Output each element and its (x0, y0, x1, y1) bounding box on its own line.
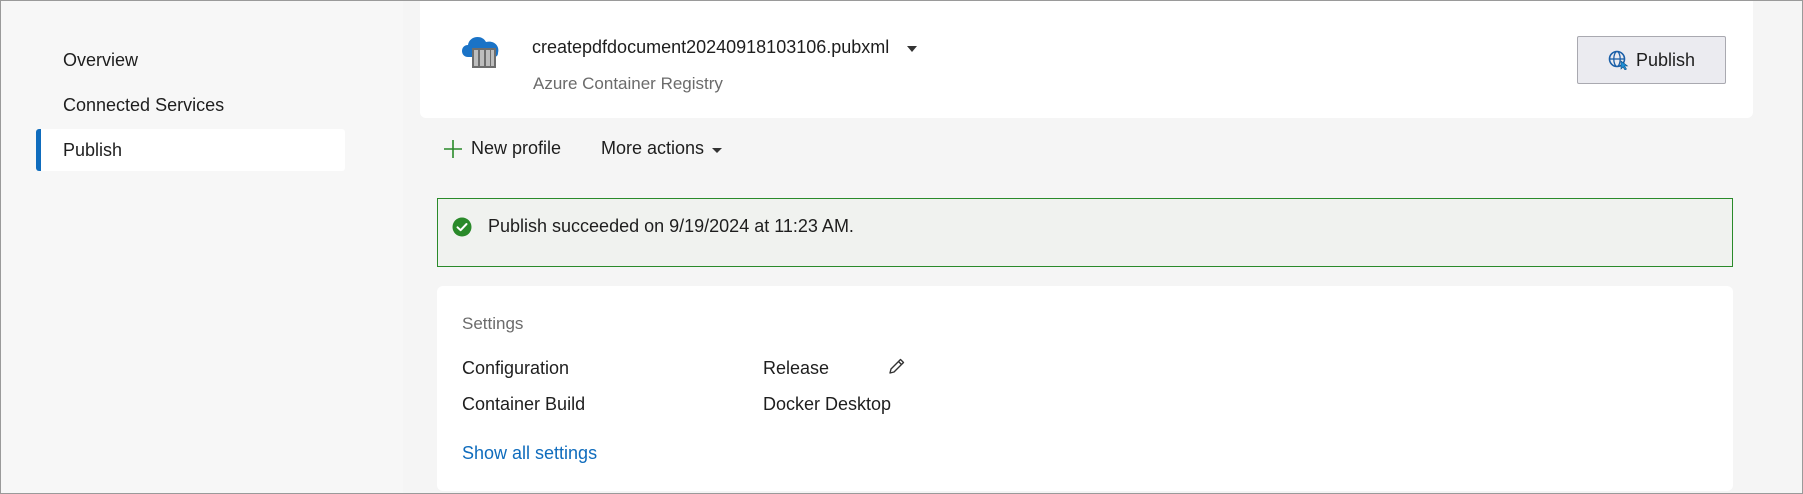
globe-publish-icon (1608, 50, 1629, 70)
container-build-label: Container Build (462, 394, 586, 414)
more-actions-menu[interactable]: More actions (601, 138, 723, 159)
publish-button-label: Publish (1635, 49, 1696, 70)
plus-icon (444, 139, 462, 158)
chevron-down-icon (712, 147, 723, 153)
publish-page: Overview Connected Services Publish crea… (0, 0, 1803, 494)
configuration-label: Configuration (462, 358, 570, 378)
success-check-icon (452, 217, 472, 237)
profile-name: createpdfdocument20240918103106.pubxml (532, 37, 890, 57)
more-actions-label: More actions (601, 138, 705, 158)
new-profile-label: New profile (471, 138, 562, 158)
sidebar-item-overview[interactable]: Overview (36, 39, 345, 81)
publish-status-message: Publish succeeded on 9/19/2024 at 11:23 … (488, 216, 854, 236)
sidebar: Overview Connected Services Publish (1, 1, 403, 493)
sidebar-item-connected-services[interactable]: Connected Services (36, 84, 345, 126)
settings-title: Settings (462, 314, 524, 333)
container-build-value: Docker Desktop (763, 394, 892, 414)
publish-status-banner: Publish succeeded on 9/19/2024 at 11:23 … (437, 198, 1733, 267)
settings-card: Settings Configuration Release Container… (437, 286, 1733, 491)
profile-card: createpdfdocument20240918103106.pubxml A… (420, 1, 1753, 118)
edit-pencil-icon[interactable] (887, 356, 907, 376)
profile-target: Azure Container Registry (533, 74, 723, 93)
cloud-container-icon (462, 36, 499, 68)
profile-dropdown-chevron-icon[interactable] (907, 46, 917, 52)
configuration-value: Release (763, 358, 830, 378)
main-panel: createpdfdocument20240918103106.pubxml A… (403, 1, 1802, 493)
publish-button[interactable]: Publish (1577, 36, 1726, 84)
show-all-settings-link[interactable]: Show all settings (462, 443, 597, 464)
sidebar-item-publish[interactable]: Publish (36, 129, 345, 171)
new-profile-button[interactable]: New profile (443, 138, 561, 159)
